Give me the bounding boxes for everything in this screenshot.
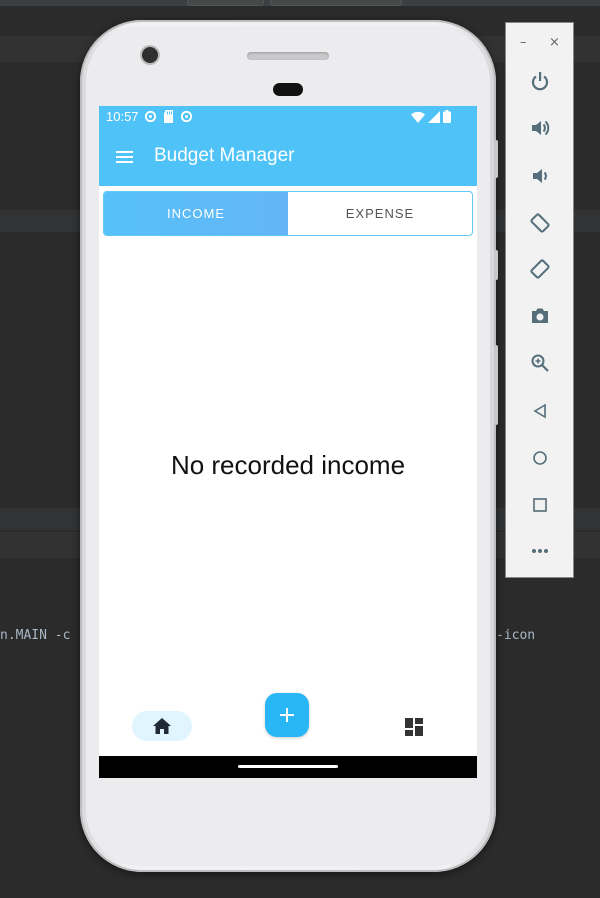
front-camera bbox=[142, 47, 158, 63]
menu-icon[interactable] bbox=[115, 147, 135, 167]
status-time: 10:57 bbox=[106, 109, 139, 124]
phone-side-button bbox=[494, 345, 498, 425]
emulator-toolbar: – × bbox=[505, 22, 574, 578]
zoom-icon bbox=[531, 354, 549, 372]
overview-button[interactable] bbox=[528, 493, 552, 517]
emulator-close-button[interactable]: × bbox=[549, 35, 560, 50]
sd-card-icon bbox=[164, 110, 173, 123]
tab-expense-label: EXPENSE bbox=[345, 206, 415, 221]
power-button[interactable] bbox=[528, 69, 552, 93]
status-system-icons bbox=[411, 110, 451, 123]
wifi-icon bbox=[411, 111, 425, 123]
back-button[interactable] bbox=[528, 399, 552, 423]
proximity-sensor bbox=[273, 83, 303, 96]
home-button[interactable] bbox=[528, 446, 552, 470]
settings-notification-icon bbox=[180, 110, 193, 123]
app-title: Budget Manager bbox=[154, 145, 295, 166]
signal-icon bbox=[428, 110, 440, 123]
system-navigation-bar bbox=[99, 756, 477, 778]
dashboard-icon[interactable] bbox=[405, 718, 423, 736]
settings-notification-icon bbox=[144, 110, 157, 123]
earpiece-speaker bbox=[247, 52, 329, 60]
ide-log-text-right: -icon bbox=[496, 628, 536, 643]
emulator-minimize-button[interactable]: – bbox=[520, 35, 527, 50]
tab-income-label: INCOME bbox=[167, 206, 225, 221]
volume-down-button[interactable] bbox=[528, 164, 552, 188]
volume-up-button[interactable] bbox=[528, 116, 552, 140]
phone-side-button bbox=[494, 250, 498, 280]
screenshot-button[interactable] bbox=[528, 304, 552, 328]
tab-expense[interactable]: EXPENSE bbox=[288, 192, 472, 235]
rotate-left-icon bbox=[530, 213, 550, 233]
add-transaction-button[interactable] bbox=[265, 693, 309, 737]
power-icon bbox=[531, 72, 549, 91]
camera-icon bbox=[532, 308, 548, 323]
volume-down-icon bbox=[533, 169, 547, 183]
rotate-left-button[interactable] bbox=[528, 211, 552, 235]
back-icon bbox=[533, 403, 546, 419]
empty-state-message: No recorded income bbox=[170, 450, 406, 480]
ide-log-text-left: n.MAIN -c bbox=[0, 628, 71, 643]
rotate-right-button[interactable] bbox=[528, 257, 552, 281]
more-icon bbox=[532, 549, 548, 553]
zoom-button[interactable] bbox=[528, 351, 552, 375]
battery-icon bbox=[443, 110, 451, 123]
ide-toolbar-button[interactable] bbox=[270, 0, 402, 6]
bottom-navigation bbox=[99, 691, 477, 756]
more-button[interactable] bbox=[528, 539, 552, 563]
phone-screen: 10:57 Budget Manager INCOME EXPENSE No r… bbox=[99, 106, 477, 778]
phone-side-button bbox=[494, 140, 498, 178]
home-icon bbox=[153, 718, 171, 734]
status-notification-icons bbox=[144, 110, 193, 123]
rotate-right-icon bbox=[530, 259, 550, 279]
volume-up-icon bbox=[532, 120, 550, 136]
status-bar: 10:57 bbox=[99, 106, 477, 128]
tab-bar: INCOME EXPENSE bbox=[103, 191, 473, 236]
tab-income[interactable]: INCOME bbox=[104, 192, 288, 235]
app-bar: Budget Manager bbox=[99, 128, 477, 186]
add-icon bbox=[280, 708, 294, 722]
ide-toolbar-button[interactable] bbox=[187, 0, 264, 6]
nav-home-button[interactable] bbox=[132, 711, 192, 741]
overview-icon bbox=[533, 498, 547, 512]
gesture-home-bar[interactable] bbox=[238, 765, 338, 768]
circle-home-icon bbox=[533, 451, 547, 465]
